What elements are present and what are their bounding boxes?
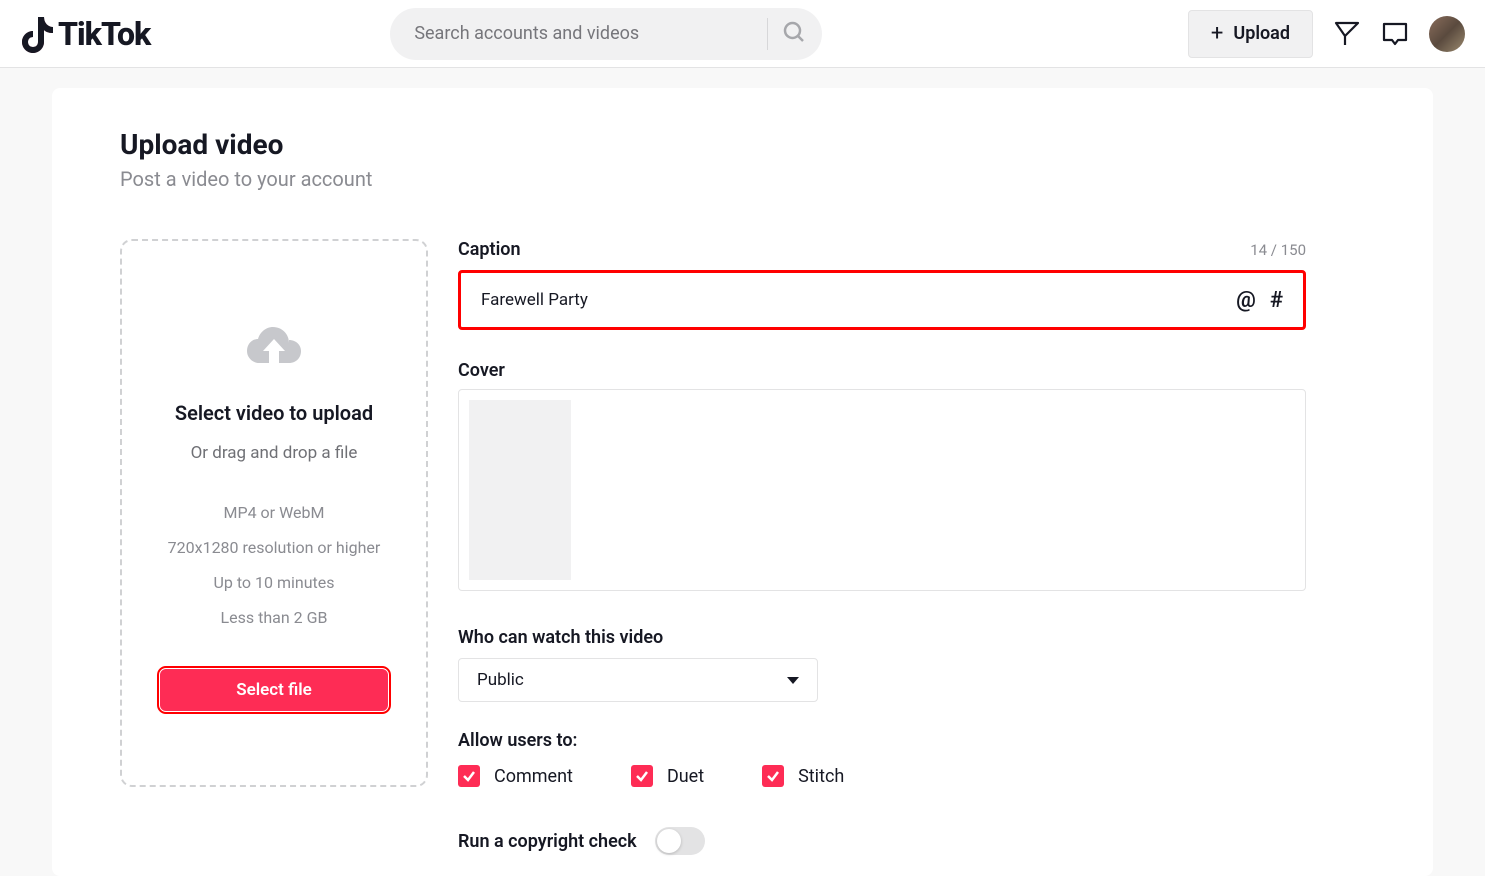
form-row: Select video to upload Or drag and drop … xyxy=(120,239,1365,855)
caption-label: Caption xyxy=(458,239,521,260)
allow-duet-label: Duet xyxy=(667,766,704,787)
allow-options: Comment Duet Stitch xyxy=(458,765,1306,787)
top-nav: TikTok + Upload xyxy=(0,0,1485,68)
caption-input-wrap[interactable]: @ # xyxy=(458,270,1306,330)
toggle-knob xyxy=(657,829,681,853)
allow-duet[interactable]: Duet xyxy=(631,765,704,787)
search-bar[interactable] xyxy=(390,8,822,60)
upload-drag-hint: Or drag and drop a file xyxy=(191,443,358,463)
copyright-toggle[interactable] xyxy=(655,827,705,855)
logo-text: TikTok xyxy=(58,15,150,53)
cover-label: Cover xyxy=(458,360,1306,381)
privacy-label: Who can watch this video xyxy=(458,627,1306,648)
checkbox-checked-icon[interactable] xyxy=(631,765,653,787)
chevron-down-icon xyxy=(787,677,799,684)
upload-hint: 720x1280 resolution or higher xyxy=(168,538,381,557)
page-subtitle: Post a video to your account xyxy=(120,167,1365,191)
nav-right: + Upload xyxy=(1188,10,1465,58)
upload-button[interactable]: + Upload xyxy=(1188,10,1313,58)
upload-hint: Less than 2 GB xyxy=(168,608,381,627)
allow-stitch[interactable]: Stitch xyxy=(762,765,844,787)
search-input[interactable] xyxy=(414,23,753,44)
mention-icon[interactable]: @ xyxy=(1236,288,1256,313)
upload-button-label: Upload xyxy=(1233,23,1290,44)
caption-counter: 14 / 150 xyxy=(1250,241,1306,259)
search-icon[interactable] xyxy=(782,20,806,48)
page-title: Upload video xyxy=(120,128,1365,161)
upload-title: Select video to upload xyxy=(175,401,373,425)
upload-hint: Up to 10 minutes xyxy=(168,573,381,592)
plus-icon: + xyxy=(1211,21,1223,46)
upload-card: Upload video Post a video to your accoun… xyxy=(52,88,1433,876)
send-icon[interactable] xyxy=(1333,20,1361,48)
avatar[interactable] xyxy=(1429,16,1465,52)
inbox-icon[interactable] xyxy=(1381,20,1409,48)
caption-header: Caption 14 / 150 xyxy=(458,239,1306,260)
allow-label: Allow users to: xyxy=(458,730,1306,751)
caption-actions: @ # xyxy=(1236,288,1283,313)
checkbox-checked-icon[interactable] xyxy=(762,765,784,787)
allow-comment[interactable]: Comment xyxy=(458,765,573,787)
privacy-selected: Public xyxy=(477,670,524,690)
copyright-row: Run a copyright check xyxy=(458,827,1306,855)
tiktok-logo[interactable]: TikTok xyxy=(20,15,150,53)
select-file-button[interactable]: Select file xyxy=(160,669,388,711)
form-fields: Caption 14 / 150 @ # Cover Who can watch… xyxy=(458,239,1306,855)
allow-comment-label: Comment xyxy=(494,766,573,787)
cloud-upload-icon xyxy=(247,327,301,371)
caption-input[interactable] xyxy=(481,290,1236,310)
allow-stitch-label: Stitch xyxy=(798,766,844,787)
checkbox-checked-icon[interactable] xyxy=(458,765,480,787)
privacy-select[interactable]: Public xyxy=(458,658,818,702)
upload-dropzone[interactable]: Select video to upload Or drag and drop … xyxy=(120,239,428,787)
hashtag-icon[interactable]: # xyxy=(1270,288,1283,313)
search-divider xyxy=(767,18,768,50)
upload-hint: MP4 or WebM xyxy=(168,503,381,522)
cover-thumb-placeholder xyxy=(469,400,571,580)
cover-selector[interactable] xyxy=(458,389,1306,591)
copyright-label: Run a copyright check xyxy=(458,831,637,852)
tiktok-note-icon xyxy=(20,15,54,53)
upload-hints: MP4 or WebM 720x1280 resolution or highe… xyxy=(168,503,381,627)
